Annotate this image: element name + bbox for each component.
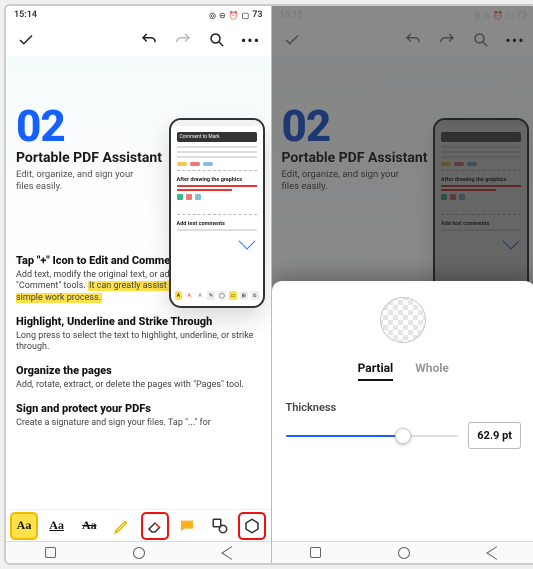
eraser-tool[interactable] bbox=[143, 514, 167, 538]
pen-tool[interactable] bbox=[110, 514, 134, 538]
phone-mockup: Comment to Mark After drawing the graphi… bbox=[169, 118, 265, 308]
done-button[interactable] bbox=[16, 30, 36, 50]
home-button[interactable] bbox=[398, 547, 410, 559]
highlight-tool[interactable]: Aa bbox=[12, 514, 36, 538]
more-button[interactable]: ••• bbox=[241, 30, 261, 50]
tab-partial[interactable]: Partial bbox=[358, 361, 394, 381]
android-navbar bbox=[6, 541, 271, 563]
home-button[interactable] bbox=[133, 547, 145, 559]
mockup-bar: Comment to Mark bbox=[177, 132, 257, 142]
thickness-label: Thickness bbox=[286, 401, 337, 414]
dnd-icon: ⊝ bbox=[219, 11, 226, 20]
recent-apps-button[interactable] bbox=[45, 547, 56, 558]
underline-tool[interactable]: Aa bbox=[45, 514, 69, 538]
hero-subtitle: Edit, organize, and sign your files easi… bbox=[16, 169, 146, 194]
shape-tool[interactable] bbox=[208, 514, 232, 538]
annotation-toolbar: Aa Aa Aa bbox=[6, 509, 271, 541]
dim-overlay[interactable] bbox=[272, 6, 533, 306]
alarm-icon: ⏰ bbox=[229, 11, 239, 20]
strikethrough-tool[interactable]: Aa bbox=[77, 514, 101, 538]
top-toolbar: ••• bbox=[6, 24, 271, 56]
section4-body: Create a signature and sign your files. … bbox=[16, 418, 261, 430]
back-button[interactable] bbox=[487, 547, 497, 559]
color-swatch[interactable] bbox=[380, 297, 426, 343]
recent-apps-button[interactable] bbox=[310, 547, 321, 558]
status-bar: 15:14 ◎ ⊝ ⏰ ▢ 73 bbox=[6, 6, 271, 24]
undo-button[interactable] bbox=[139, 30, 159, 50]
mode-tabs: Partial Whole bbox=[358, 361, 449, 381]
status-time: 15:14 bbox=[14, 10, 37, 20]
document-content[interactable]: 02 Portable PDF Assistant Edit, organize… bbox=[6, 56, 271, 509]
section2-title: Highlight, Underline and Strike Through bbox=[16, 315, 261, 328]
section3-body: Add, rotate, extract, or delete the page… bbox=[16, 380, 261, 392]
phone-left: 15:14 ◎ ⊝ ⏰ ▢ 73 bbox=[6, 6, 271, 563]
thickness-slider[interactable] bbox=[286, 430, 459, 442]
section2-body: Long press to select the text to highlig… bbox=[16, 331, 261, 354]
battery-icon: ▢ bbox=[242, 11, 250, 20]
android-navbar bbox=[272, 541, 533, 563]
phone-right: 15:15 ◎ ⊝ ⏰ ▢ 73 ••• 02 bbox=[271, 6, 533, 563]
settings-tool[interactable] bbox=[240, 514, 264, 538]
section4-title: Sign and protect your PDFs bbox=[16, 402, 261, 415]
thickness-value[interactable]: 62.9 pt bbox=[468, 422, 521, 449]
nfc-icon: ◎ bbox=[209, 11, 216, 20]
mockup-sec2: Add text comments bbox=[177, 221, 257, 227]
arrow-icon bbox=[241, 238, 253, 250]
tab-whole[interactable]: Whole bbox=[415, 361, 449, 381]
back-button[interactable] bbox=[222, 547, 232, 559]
mockup-sec1: After drawing the graphics bbox=[177, 177, 257, 183]
search-button[interactable] bbox=[207, 30, 227, 50]
eraser-settings-sheet: Partial Whole Thickness 62.9 pt bbox=[272, 281, 533, 541]
section3-title: Organize the pages bbox=[16, 364, 261, 377]
note-tool[interactable] bbox=[175, 514, 199, 538]
redo-button[interactable] bbox=[173, 30, 193, 50]
battery-pct: 73 bbox=[252, 10, 262, 20]
